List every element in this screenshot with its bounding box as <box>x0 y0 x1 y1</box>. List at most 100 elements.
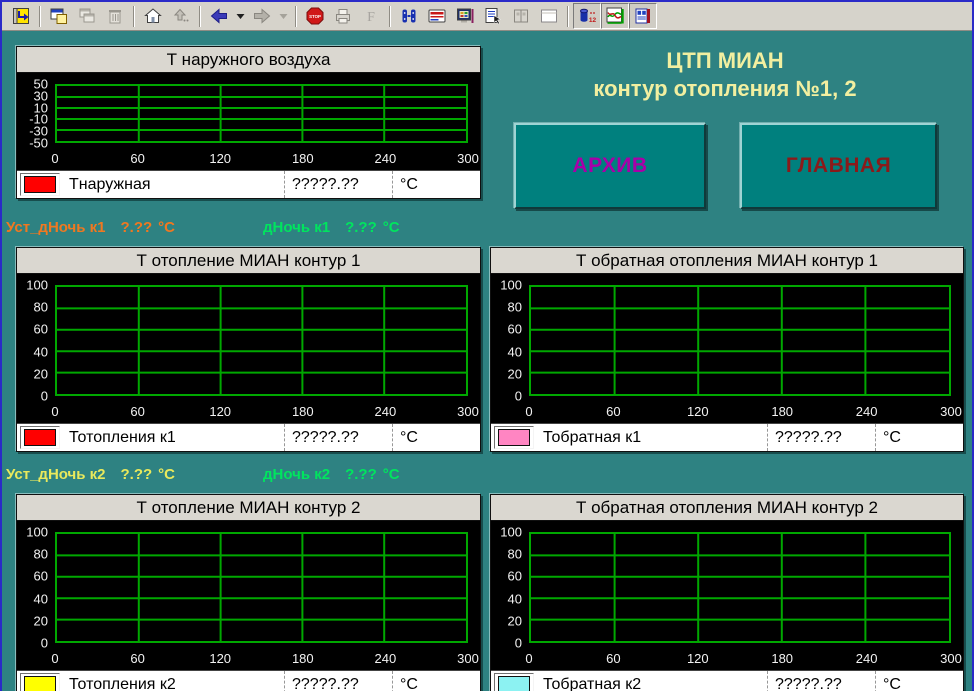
setpoint-night-k1-value: ?.?? <box>121 219 153 236</box>
toolbar-separator <box>567 6 569 27</box>
y-axis-tick: 40 <box>508 344 522 359</box>
archive-button-label: АРХИВ <box>572 154 647 177</box>
chart-grid <box>55 532 468 643</box>
time-values-button[interactable]: 12 <box>573 3 601 29</box>
legend-series-name: Тотопления к1 <box>60 429 284 447</box>
log-book-button[interactable] <box>629 3 657 29</box>
channels-button[interactable] <box>395 3 423 29</box>
trend-panel-heating-k2: Т отопление МИАН контур 2100806040200060… <box>16 494 481 691</box>
setpoint-night-k2: Уст_дНочь к2?.??°С <box>6 466 175 483</box>
x-axis-tick: 0 <box>51 151 58 166</box>
x-axis-tick: 240 <box>856 404 878 419</box>
legend-unit: °С <box>392 671 480 691</box>
chart-grid <box>529 285 951 396</box>
legend-unit: °С <box>392 424 480 451</box>
y-axis-labels: 100806040200 <box>17 532 51 643</box>
legend-series-name: Тнаружная <box>60 176 284 194</box>
archive-button[interactable]: АРХИВ <box>514 123 706 209</box>
setpoint-night-k2-label: Уст_дНочь к2 <box>6 466 106 483</box>
y-axis-tick: 60 <box>34 569 48 584</box>
main-button-label: ГЛАВНАЯ <box>786 154 891 177</box>
y-axis-tick: 0 <box>41 636 48 651</box>
chart-grid <box>55 84 468 143</box>
toolbar-separator <box>199 6 201 27</box>
y-axis-tick: 100 <box>26 278 48 293</box>
monitor-button[interactable] <box>451 3 479 29</box>
y-axis-tick: 20 <box>508 613 522 628</box>
setpoint-night-k2-unit: °С <box>158 466 175 483</box>
chart-grid <box>529 532 951 643</box>
log-book-icon <box>633 6 653 26</box>
properties-button[interactable] <box>479 3 507 29</box>
chart-plot-area: 100806040200060120180240300 <box>17 274 480 423</box>
legend-series-name: Тобратная к2 <box>534 676 767 691</box>
chart-title: Т обратная отопления МИАН контур 1 <box>491 248 963 274</box>
x-axis-labels: 060120180240300 <box>55 403 468 419</box>
back-button[interactable] <box>205 3 233 29</box>
cascade-windows-icon <box>77 6 97 26</box>
new-window-button[interactable] <box>45 3 73 29</box>
legend-series-name: Тотопления к2 <box>60 676 284 691</box>
legend-current-value: ?????.?? <box>284 171 392 198</box>
x-axis-tick: 300 <box>940 651 962 666</box>
legend-color-swatch <box>24 176 56 193</box>
legend-swatch-cell <box>20 673 60 691</box>
stop-icon: STOP <box>305 6 325 26</box>
blank-window-button[interactable] <box>535 3 563 29</box>
monitor-icon <box>455 6 475 26</box>
main-button[interactable]: ГЛАВНАЯ <box>740 123 937 209</box>
function-f-button: F <box>357 3 385 29</box>
x-axis-tick: 120 <box>687 404 709 419</box>
trend-panel-return-k1: Т обратная отопления МИАН контур 1100806… <box>490 247 964 452</box>
x-axis-tick: 240 <box>375 651 397 666</box>
chart-grid <box>55 285 468 396</box>
legend-color-swatch <box>24 429 56 446</box>
print-icon <box>333 6 353 26</box>
y-axis-labels: 100806040200 <box>491 285 525 396</box>
x-axis-tick: 120 <box>209 151 231 166</box>
setpoint-night-k1: Уст_дНочь к1?.??°С <box>6 219 175 236</box>
y-axis-tick: 40 <box>34 591 48 606</box>
y-axis-tick: 60 <box>508 569 522 584</box>
y-axis-tick: 100 <box>500 525 522 540</box>
x-axis-tick: 120 <box>209 651 231 666</box>
function-f-icon: F <box>361 6 381 26</box>
x-axis-tick: 60 <box>606 404 620 419</box>
legend-swatch-cell <box>494 426 534 449</box>
toolbar-separator <box>39 6 41 27</box>
x-axis-tick: 0 <box>51 404 58 419</box>
chart-legend: Тобратная к2?????.??°С <box>491 670 963 691</box>
control-panel-button[interactable] <box>423 3 451 29</box>
trends-button[interactable] <box>601 3 629 29</box>
legend-swatch-cell <box>494 673 534 691</box>
blank-window-icon <box>539 6 559 26</box>
legend-color-swatch <box>498 429 530 446</box>
chart-plot-area: 100806040200060120180240300 <box>17 521 480 670</box>
x-axis-labels: 060120180240300 <box>55 150 468 166</box>
y-axis-tick: 20 <box>508 366 522 381</box>
legend-current-value: ?????.?? <box>284 424 392 451</box>
back-dropdown-icon <box>235 6 246 26</box>
x-axis-labels: 060120180240300 <box>529 403 951 419</box>
y-axis-labels: 100806040200 <box>17 285 51 396</box>
stop-button[interactable]: STOP <box>301 3 329 29</box>
new-window-icon <box>49 6 69 26</box>
chart-title: Т наружного воздуха <box>17 47 480 73</box>
exit-button[interactable] <box>7 3 35 29</box>
legend-series-name: Тобратная к1 <box>534 429 767 447</box>
y-axis-tick: 0 <box>41 389 48 404</box>
y-axis-tick: 60 <box>508 322 522 337</box>
forward-button <box>248 3 276 29</box>
actual-night-k2-label: дНочь к2 <box>263 466 330 483</box>
y-axis-tick: 80 <box>508 547 522 562</box>
legend-swatch-cell <box>20 426 60 449</box>
back-dropdown-button[interactable] <box>233 3 248 29</box>
home-button[interactable] <box>139 3 167 29</box>
legend-swatch-cell <box>20 173 60 196</box>
time-values-icon: 12 <box>577 6 597 26</box>
x-axis-labels: 060120180240300 <box>529 650 951 666</box>
x-axis-tick: 120 <box>209 404 231 419</box>
x-axis-tick: 60 <box>606 651 620 666</box>
up-level-button <box>167 3 195 29</box>
x-axis-tick: 300 <box>457 151 479 166</box>
